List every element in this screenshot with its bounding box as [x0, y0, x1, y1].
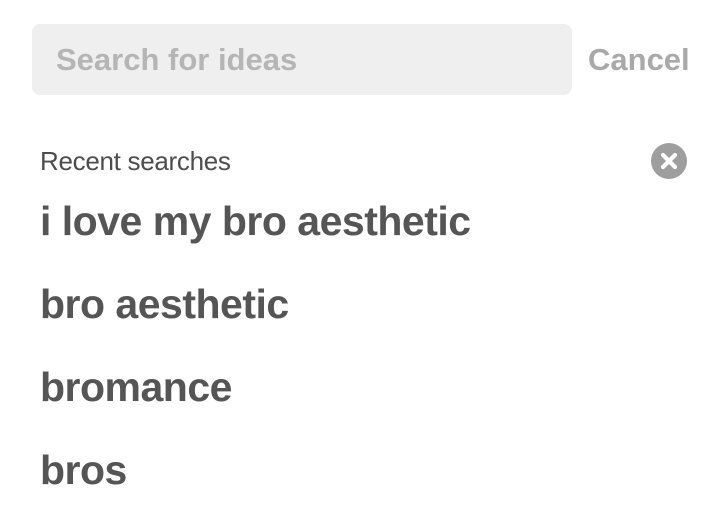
search-bar[interactable] — [32, 24, 572, 95]
recent-search-item[interactable]: bromance — [40, 354, 680, 437]
search-screen: Cancel Recent searches i love my bro aes… — [0, 0, 720, 514]
recent-search-item[interactable]: i love my bro aesthetic — [40, 188, 680, 271]
search-input[interactable] — [32, 24, 572, 95]
recent-search-item[interactable]: bros — [40, 437, 680, 514]
cancel-button[interactable]: Cancel — [588, 40, 690, 80]
recent-searches-list: i love my bro aesthetic bro aesthetic br… — [40, 188, 680, 514]
recent-searches-heading: Recent searches — [40, 146, 231, 176]
clear-recent-button[interactable] — [651, 143, 687, 179]
recent-search-item[interactable]: bro aesthetic — [40, 271, 680, 354]
close-circle-icon — [651, 143, 687, 179]
